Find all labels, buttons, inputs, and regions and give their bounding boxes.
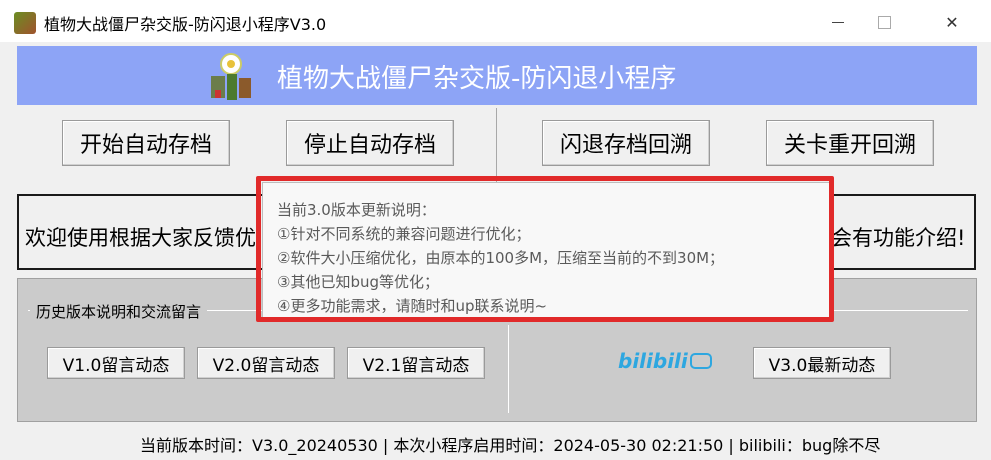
app-icon: [14, 12, 36, 34]
maximize-button[interactable]: [864, 8, 904, 36]
v21-message-button[interactable]: V2.1留言动态: [347, 347, 485, 379]
v2-message-button[interactable]: V2.0留言动态: [197, 347, 335, 379]
button-divider: [496, 108, 497, 186]
start-autosave-button[interactable]: 开始自动存档: [62, 120, 230, 166]
panel-divider: [508, 325, 509, 413]
v1-message-button[interactable]: V1.0留言动态: [47, 347, 185, 379]
banner: 植物大战僵尸杂交版-防闪退小程序: [17, 46, 977, 105]
plant-zombie-icon: [211, 53, 251, 100]
level-restart-rollback-button[interactable]: 关卡重开回溯: [766, 120, 934, 166]
close-icon: ✕: [945, 12, 959, 32]
status-bar: 当前版本时间：V3.0_20240530 | 本次小程序启用时间：2024-05…: [140, 436, 881, 455]
v3-latest-button[interactable]: V3.0最新动态: [753, 347, 891, 379]
welcome-text: 欢迎使用根据大家反馈优: [25, 226, 256, 250]
highlight-frame: [256, 176, 834, 322]
bilibili-tv-icon: [689, 353, 712, 369]
banner-title: 植物大战僵尸杂交版-防闪退小程序: [277, 64, 677, 94]
welcome-text-end: 会有功能介绍!: [831, 226, 966, 250]
close-button[interactable]: ✕: [932, 8, 972, 36]
minimize-icon: [832, 21, 844, 23]
bilibili-text: bilibili: [618, 349, 688, 373]
bilibili-logo[interactable]: bilibili: [618, 349, 712, 373]
stop-autosave-button[interactable]: 停止自动存档: [286, 120, 454, 166]
minimize-button[interactable]: [818, 8, 858, 36]
maximize-icon: [877, 15, 891, 29]
title-bar: 植物大战僵尸杂交版-防闪退小程序V3.0 ✕: [0, 0, 991, 42]
history-group-title: 历史版本说明和交流留言: [30, 301, 208, 322]
window-title: 植物大战僵尸杂交版-防闪退小程序V3.0: [44, 15, 327, 34]
crash-rollback-button[interactable]: 闪退存档回溯: [542, 120, 710, 166]
